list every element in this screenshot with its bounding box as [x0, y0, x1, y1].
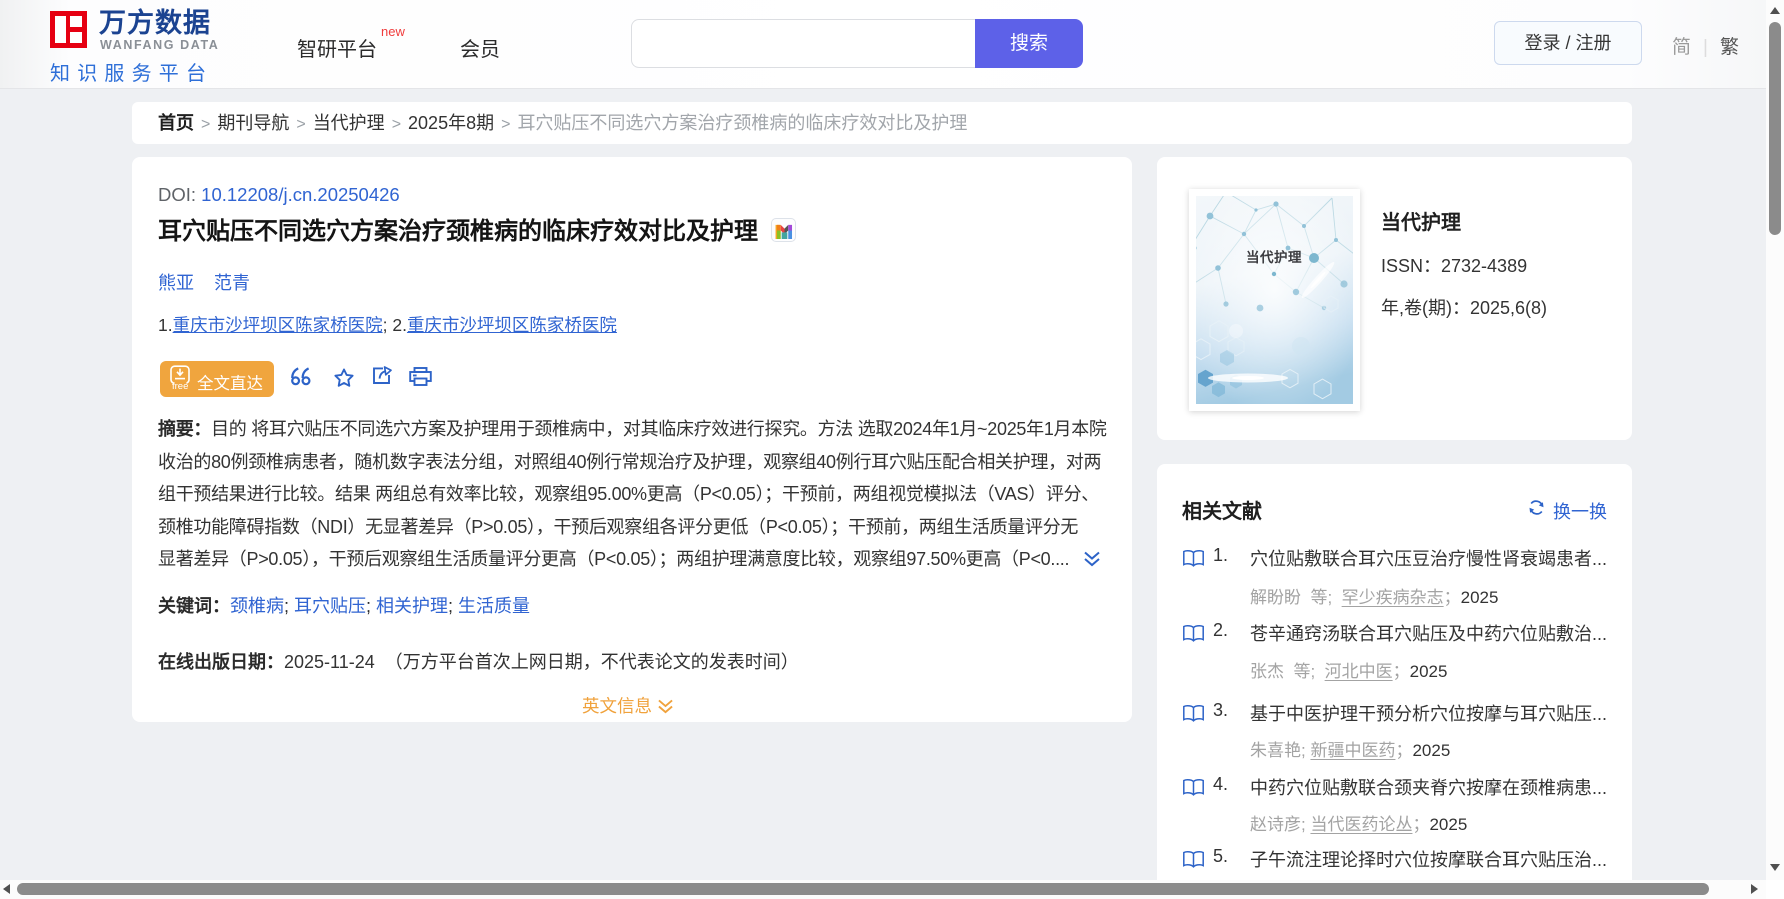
- svg-text:当代护理: 当代护理: [1246, 249, 1302, 265]
- svg-text:free: free: [172, 381, 188, 391]
